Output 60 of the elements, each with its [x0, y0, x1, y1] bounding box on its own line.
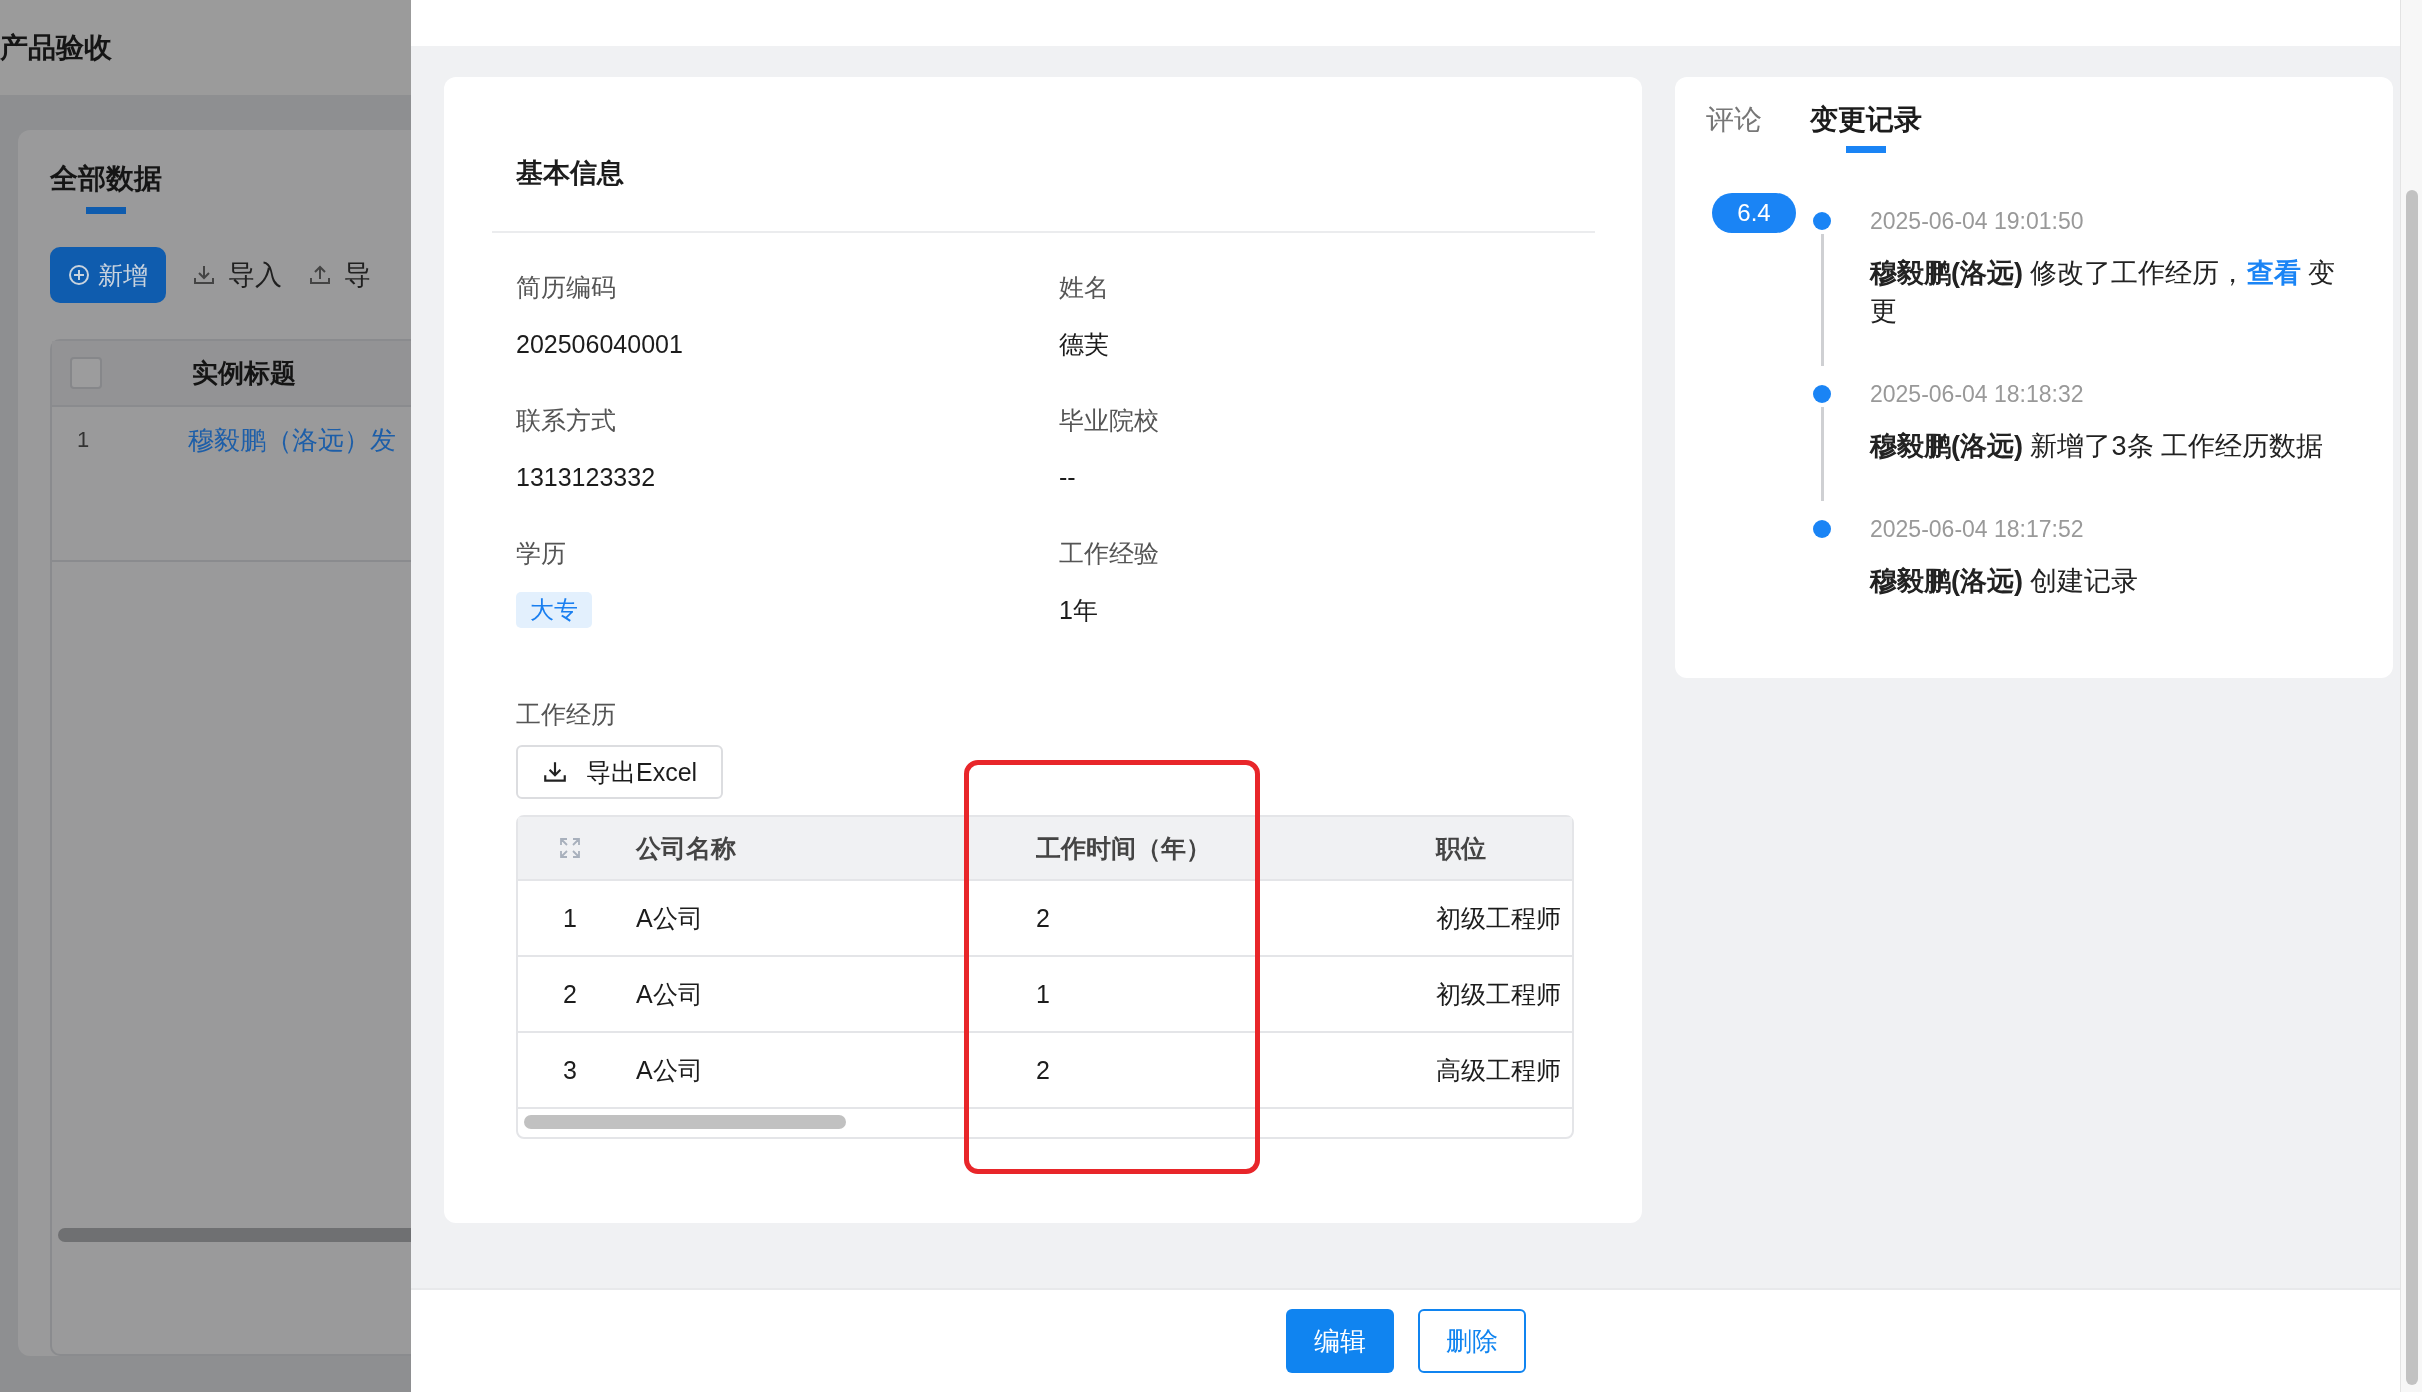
- expand-icon[interactable]: [559, 837, 581, 859]
- upload-icon: [308, 263, 332, 287]
- table-cell: 2: [1036, 1055, 1050, 1085]
- column-header: 公司名称: [636, 832, 736, 864]
- timeline-dot: [1813, 212, 1831, 230]
- timestamp: 2025-06-04 18:17:52: [1870, 515, 2085, 544]
- table-cell-text: 初级工程师: [1436, 978, 1561, 1010]
- field-label: 毕业院校: [1059, 405, 1159, 436]
- panel-tab[interactable]: 评论: [1706, 101, 1762, 153]
- timeline-dot: [1813, 385, 1831, 403]
- section-title: 基本信息: [516, 157, 625, 190]
- table-cell: 1: [1036, 979, 1050, 1009]
- download-icon: [192, 263, 216, 287]
- field-label: 简历编码: [516, 272, 616, 303]
- scrollbar-thumb[interactable]: [58, 1228, 411, 1242]
- download-icon: [542, 759, 568, 785]
- version-badge: 6.4: [1712, 193, 1796, 233]
- panel-tab[interactable]: 变更记录: [1810, 101, 1922, 153]
- field-value: 德芙: [1059, 329, 1109, 360]
- export-button[interactable]: 导: [308, 257, 371, 293]
- column-header: 职位: [1436, 832, 1486, 864]
- page-title: 产品验收: [0, 30, 112, 65]
- import-button[interactable]: 导入: [192, 257, 282, 293]
- field-value: 1年: [1059, 595, 1098, 626]
- delete-button[interactable]: 删除: [1417, 1309, 1526, 1373]
- export-excel-button[interactable]: 导出Excel: [516, 745, 724, 799]
- field-value: 1313123332: [516, 462, 656, 493]
- plus-circle-icon: [68, 264, 90, 286]
- log-message: 穆毅鹏(洛远) 新增了3条 工作经历数据: [1870, 430, 2324, 463]
- table-cell: 2: [1036, 903, 1050, 933]
- row-number: 3: [563, 1055, 577, 1085]
- log-message: 穆毅鹏(洛远) 创建记录: [1870, 565, 2140, 598]
- column-header: 工作时间（年）: [1036, 832, 1211, 864]
- log-message: 穆毅鹏(洛远) 修改了工作经历，查看 变更: [1870, 257, 2336, 328]
- table-cell-text: A公司: [636, 978, 703, 1010]
- row-number: 1: [563, 903, 577, 933]
- timeline-dot: [1813, 520, 1831, 538]
- table-cell-text: 高级工程师: [1436, 1054, 1561, 1086]
- scrollbar-thumb[interactable]: [524, 1115, 846, 1129]
- timestamp: 2025-06-04 19:01:50: [1870, 207, 2085, 236]
- table-cell-text: A公司: [636, 902, 703, 934]
- field-label: 姓名: [1059, 272, 1109, 303]
- row-number: 2: [563, 979, 577, 1009]
- add-button[interactable]: 新增: [50, 247, 166, 303]
- field-label: 联系方式: [516, 405, 616, 436]
- edit-button[interactable]: 编辑: [1285, 1309, 1394, 1373]
- view-link[interactable]: 查看: [2246, 258, 2301, 288]
- field-value: --: [1059, 462, 1076, 493]
- column-header: 实例标题: [192, 356, 296, 390]
- education-tag: 大专: [516, 592, 592, 628]
- timestamp: 2025-06-04 18:18:32: [1870, 380, 2085, 409]
- record-link[interactable]: 穆毅鹏（洛远）发: [188, 423, 396, 458]
- scrollbar-thumb[interactable]: [2406, 190, 2418, 1385]
- field-label: 工作经验: [1059, 538, 1159, 569]
- field-value: 202506040001: [516, 329, 683, 360]
- field-label: 学历: [516, 538, 566, 569]
- row-number: 1: [75, 427, 91, 453]
- table-cell-text: 初级工程师: [1436, 902, 1561, 934]
- table-cell-text: A公司: [636, 1054, 703, 1086]
- field-label: 工作经历: [516, 699, 617, 730]
